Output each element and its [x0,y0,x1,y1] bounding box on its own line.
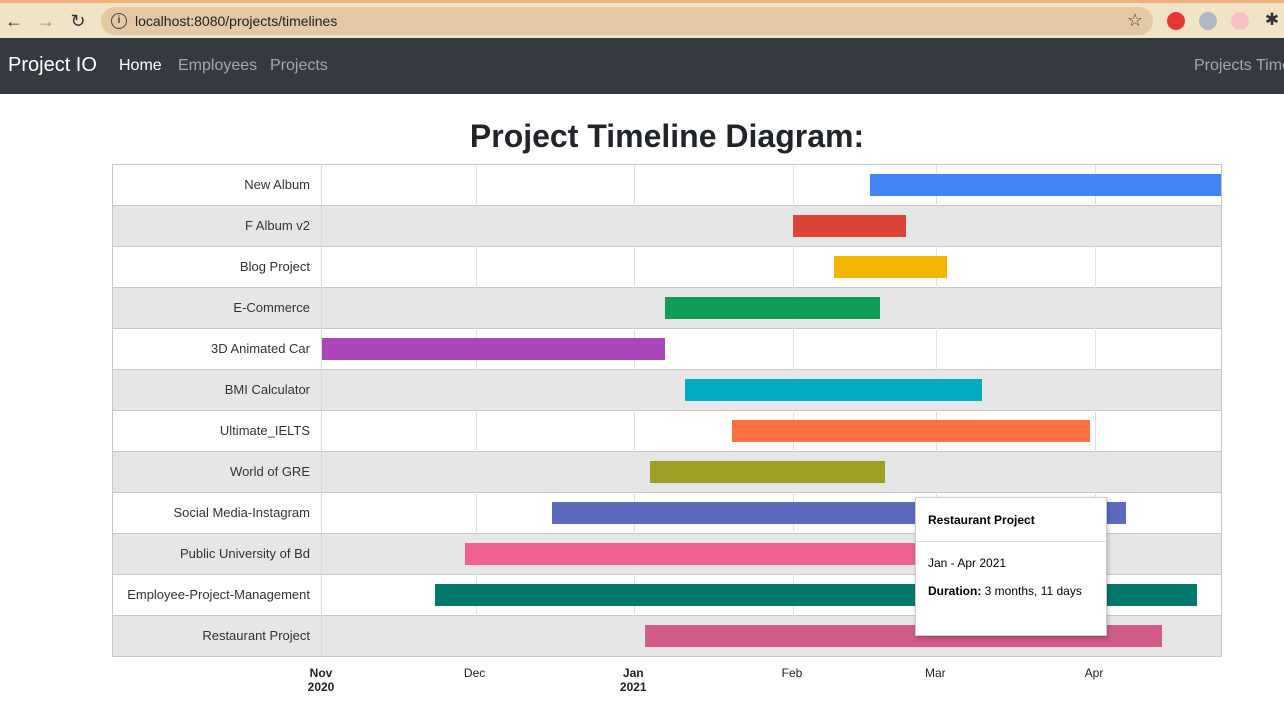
row-label: Social Media-Instagram [173,505,310,520]
timeline-bar[interactable] [792,215,906,237]
tick-month: Dec [463,666,486,680]
timeline-bar[interactable] [869,174,1221,196]
row-label: E-Commerce [233,300,310,315]
forward-icon[interactable]: → [34,9,58,33]
timeline-row: F Album v2 [113,206,1221,247]
row-label: BMI Calculator [224,382,310,397]
axis-tick-label: Nov 2020 [308,666,335,694]
nav-projects-timelines[interactable]: Projects Timelines [1194,57,1284,75]
address-url[interactable]: localhost:8080/projects/timelines [135,13,337,29]
timeline-row: 3D Animated Car [113,329,1221,370]
extension-globe-icon[interactable] [1199,12,1217,30]
reload-icon[interactable]: ↻ [66,9,90,33]
timeline-bar[interactable] [322,338,665,360]
extension-icon[interactable] [1231,12,1249,30]
brand[interactable]: Project IO [8,54,97,77]
timeline-row: BMI Calculator [113,370,1221,411]
row-label: 3D Animated Car [211,341,310,356]
row-label: F Album v2 [244,218,310,233]
timeline-bar[interactable] [649,461,886,483]
tick-year: 2021 [619,680,647,694]
axis-tick-label: Apr [1085,666,1104,680]
axis-tick-label: Jan 2021 [620,666,647,694]
row-label: Employee-Project-Management [127,587,310,602]
nav-projects[interactable]: Projects [270,57,328,75]
tooltip-duration-label: Duration: [928,584,982,598]
timeline-bar[interactable] [731,420,1090,442]
row-label: World of GRE [230,464,310,479]
row-label: Public University of Bd [179,546,310,561]
navbar: Project IO Home Employees Projects Proje… [0,38,1284,94]
site-info-icon[interactable]: i [111,13,127,29]
tick-month: Jan [622,666,644,680]
row-label: Blog Project [239,259,310,274]
tick-year: 2020 [307,680,335,694]
page-title: Project Timeline Diagram: [469,118,865,154]
axis-tick-label: Mar [925,666,946,680]
nav-employees[interactable]: Employees [178,57,257,75]
timeline-bar[interactable] [833,256,947,278]
axis-tick-label: Dec [464,666,485,680]
tooltip-range: Jan - Apr 2021 [928,556,1007,570]
tooltip-duration: Duration: 3 months, 11 days [916,570,1106,601]
label-separator [321,165,322,656]
row-label: New Album [244,177,310,192]
back-icon[interactable]: ← [2,9,26,33]
puzzle-icon[interactable]: ✱ [1260,8,1284,32]
row-label: Ultimate_IELTS [219,423,310,438]
extension-icon[interactable] [1167,12,1185,30]
timeline-bar[interactable] [685,379,983,401]
tick-month: Nov [309,666,333,680]
timeline-bar[interactable] [664,297,880,319]
browser-toolbar: ← → ↻ i localhost:8080/projects/timeline… [0,0,1284,38]
tooltip: Restaurant Project Jan - Apr 2021 Durati… [915,497,1107,636]
tooltip-title: Restaurant Project [916,498,1106,542]
timeline-row: Blog Project [113,247,1221,288]
tick-month: Mar [924,666,946,680]
bookmark-star-icon[interactable]: ☆ [1127,10,1143,31]
row-label: Restaurant Project [202,628,310,643]
axis-tick-label: Feb [782,666,803,680]
nav-home[interactable]: Home [119,57,162,75]
tick-month: Apr [1084,666,1104,680]
tooltip-duration-value: 3 months, 11 days [984,584,1082,598]
address-bar[interactable]: i localhost:8080/projects/timelines ☆ [101,7,1153,35]
tick-month: Feb [781,666,803,680]
